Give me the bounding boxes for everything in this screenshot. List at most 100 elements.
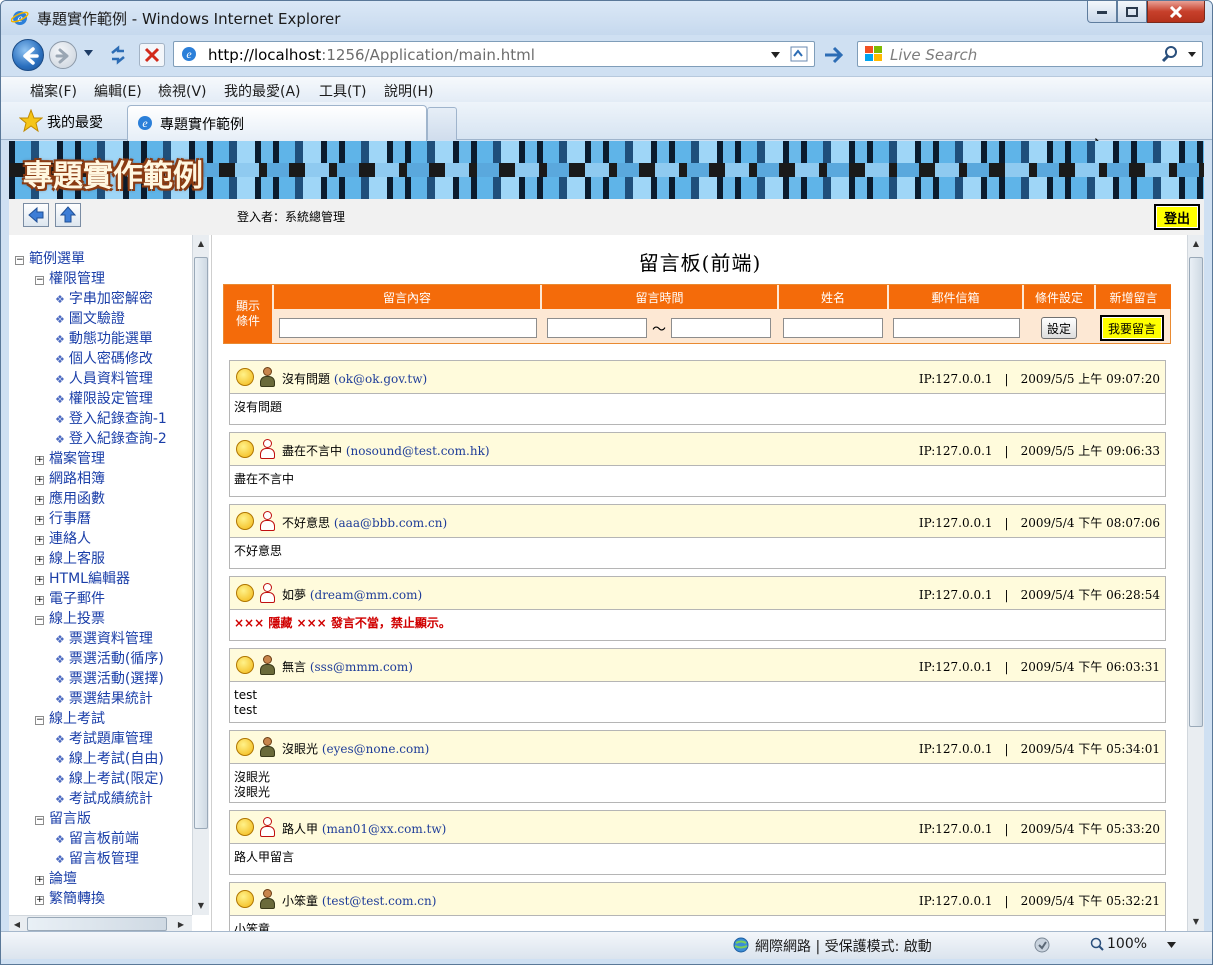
author-email[interactable]: (man01@xx.com.tw) <box>318 822 447 836</box>
expand-icon[interactable]: + <box>35 476 44 485</box>
address-bar[interactable]: e http://localhost:1256/Application/main… <box>173 41 815 67</box>
new-message-button[interactable]: 我要留言 <box>1100 315 1164 341</box>
tree-item[interactable]: ❖ 票選活動(選擇) <box>55 669 164 690</box>
address-url[interactable]: http://localhost:1256/Application/main.h… <box>208 46 535 64</box>
tree-item[interactable]: ❖ 留言板管理 <box>55 849 139 870</box>
menu-view[interactable]: 檢視(V) <box>158 81 207 101</box>
tree-item[interactable]: + 行事曆 <box>35 509 91 529</box>
refresh-button[interactable] <box>105 43 131 67</box>
tree-item[interactable]: − 範例選單 <box>15 249 85 269</box>
collapse-icon[interactable]: − <box>15 256 24 265</box>
zoom-icon[interactable] <box>1090 937 1104 951</box>
tree-item[interactable]: ❖ 字串加密解密 <box>55 289 153 310</box>
collapse-icon[interactable]: − <box>35 816 44 825</box>
tree-item[interactable]: + 連絡人 <box>35 529 91 549</box>
expand-icon[interactable]: + <box>35 496 44 505</box>
favorites-button[interactable]: 我的最愛 <box>19 109 119 133</box>
expand-icon[interactable]: + <box>35 456 44 465</box>
expand-icon[interactable]: + <box>35 536 44 545</box>
tree-item[interactable]: + 繁簡轉換 <box>35 889 105 909</box>
content-scroll-down-icon[interactable]: ▼ <box>1188 913 1204 930</box>
tree-item[interactable]: ❖ 票選活動(循序) <box>55 649 164 670</box>
tree-item[interactable]: + HTML編輯器 <box>35 569 130 589</box>
menu-help[interactable]: 說明(H) <box>384 81 433 101</box>
minimize-button[interactable] <box>1087 1 1117 23</box>
email-filter-input[interactable] <box>893 318 1020 338</box>
tree-item[interactable]: ❖ 留言板前端 <box>55 829 139 850</box>
collapse-icon[interactable]: − <box>35 716 44 725</box>
tree-item[interactable]: ❖ 考試成績統計 <box>55 789 153 810</box>
nav-back-button[interactable] <box>23 203 49 227</box>
scroll-right-arrow-icon[interactable]: ▶ <box>173 916 189 931</box>
go-button[interactable] <box>819 43 849 67</box>
collapse-icon[interactable]: − <box>35 276 44 285</box>
search-dropdown-icon[interactable] <box>1188 52 1196 57</box>
author-email[interactable]: (nosound@test.com.hk) <box>342 444 490 458</box>
tree-item[interactable]: + 電子郵件 <box>35 589 105 609</box>
scroll-thumb[interactable] <box>194 257 208 829</box>
expand-icon[interactable]: + <box>35 876 44 885</box>
logout-button[interactable]: 登出 <box>1154 204 1200 230</box>
expand-icon[interactable]: + <box>35 516 44 525</box>
tree-item[interactable]: ❖ 圖文驗證 <box>55 309 125 330</box>
search-box[interactable]: Live Search <box>857 41 1203 67</box>
tree-item[interactable]: − 線上考試 <box>35 709 105 729</box>
forward-button[interactable] <box>49 41 77 69</box>
expand-icon[interactable]: + <box>35 896 44 905</box>
tree-item[interactable]: + 檔案管理 <box>35 449 105 469</box>
expand-icon[interactable]: + <box>35 596 44 605</box>
menu-edit[interactable]: 編輯(E) <box>94 81 142 101</box>
content-filter-input[interactable] <box>279 318 537 338</box>
maximize-button[interactable] <box>1117 1 1147 23</box>
content-scroll-up-icon[interactable]: ▲ <box>1188 235 1204 252</box>
time-to-input[interactable] <box>671 318 771 338</box>
author-email[interactable]: (sss@mmm.com) <box>306 660 413 674</box>
nav-up-button[interactable] <box>55 203 81 227</box>
stop-button[interactable] <box>139 43 165 67</box>
expand-icon[interactable]: + <box>35 576 44 585</box>
menu-favorites[interactable]: 我的最愛(A) <box>224 81 301 101</box>
zoom-level[interactable]: 100% <box>1107 936 1147 952</box>
tree-item[interactable]: ❖ 考試題庫管理 <box>55 729 153 750</box>
search-icon[interactable] <box>1160 45 1180 63</box>
author-email[interactable]: (test@test.com.cn) <box>318 894 437 908</box>
name-filter-input[interactable] <box>783 318 883 338</box>
new-tab-button[interactable] <box>427 107 457 140</box>
tree-item[interactable]: − 權限管理 <box>35 269 105 289</box>
tree-item[interactable]: ❖ 個人密碼修改 <box>55 349 153 370</box>
compatibility-icon[interactable] <box>788 44 810 64</box>
author-email[interactable]: (eyes@none.com) <box>318 742 429 756</box>
tree-item[interactable]: + 應用函數 <box>35 489 105 509</box>
tree-item[interactable]: + 網路相簿 <box>35 469 105 489</box>
tree-item[interactable]: ❖ 動態功能選單 <box>55 329 153 350</box>
tree-item[interactable]: + 論壇 <box>35 869 77 889</box>
tree-item[interactable]: − 線上投票 <box>35 609 105 629</box>
scroll-left-arrow-icon[interactable]: ◀ <box>9 916 25 931</box>
sidebar-hscroll[interactable]: ◀ ▶ <box>9 915 192 931</box>
scroll-up-arrow-icon[interactable]: ▲ <box>193 235 209 252</box>
search-placeholder[interactable]: Live Search <box>890 46 977 64</box>
recent-pages-dropdown[interactable] <box>84 49 93 59</box>
scroll-down-arrow-icon[interactable]: ▼ <box>193 897 209 914</box>
tab-active[interactable]: e 專題實作範例 <box>127 105 427 141</box>
menu-file[interactable]: 檔案(F) <box>30 81 77 101</box>
content-vscroll[interactable]: ▲ ▼ <box>1187 235 1204 931</box>
address-dropdown-icon[interactable] <box>771 52 780 58</box>
security-icon[interactable] <box>1033 936 1055 954</box>
time-from-input[interactable] <box>547 318 647 338</box>
tree-item[interactable]: ❖ 線上考試(自由) <box>55 749 164 770</box>
back-button[interactable] <box>12 39 44 71</box>
close-button[interactable] <box>1147 1 1205 23</box>
content-scroll-thumb[interactable] <box>1189 257 1203 727</box>
tree-item[interactable]: ❖ 票選資料管理 <box>55 629 153 650</box>
tree-item[interactable]: ❖ 人員資料管理 <box>55 369 153 390</box>
author-email[interactable]: (ok@ok.gov.tw) <box>330 372 427 386</box>
tree-item[interactable]: ❖ 權限設定管理 <box>55 389 153 410</box>
sidebar-vscroll[interactable]: ▲ ▼ <box>192 235 209 915</box>
hscroll-thumb[interactable] <box>27 917 167 931</box>
tree-item[interactable]: − 留言版 <box>35 809 91 829</box>
tree-item[interactable]: ❖ 線上考試(限定) <box>55 769 164 790</box>
tree-item[interactable]: + 線上客服 <box>35 549 105 569</box>
menu-tools[interactable]: 工具(T) <box>319 81 366 101</box>
tree-item[interactable]: ❖ 票選結果統計 <box>55 689 153 710</box>
